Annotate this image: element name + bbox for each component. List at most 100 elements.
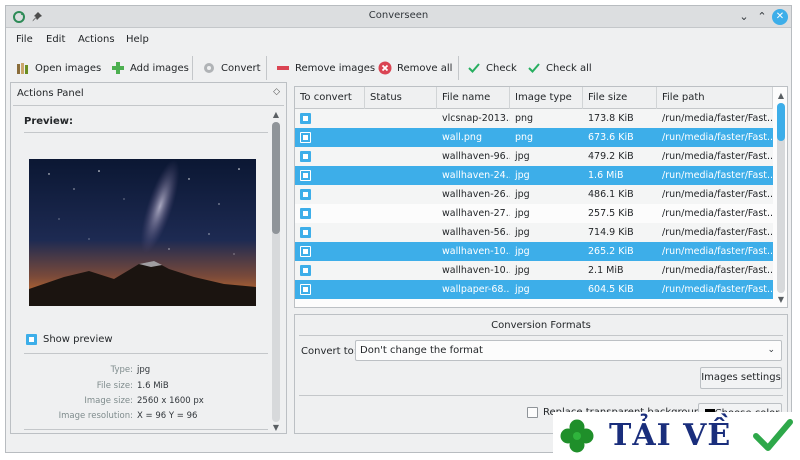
menu-file[interactable]: File [16,34,33,45]
table-row[interactable]: wallhaven-27... jpg 257.5 KiB/run/media/fa… [295,204,773,223]
cell-status [365,204,437,223]
cell-name: wall.png [442,132,482,143]
cell-name: wallhaven-24... [442,170,510,181]
toolbar-separator [192,56,193,80]
cell-size: 486.1 KiB [588,189,634,200]
remove-images-button[interactable]: Remove images [276,59,375,77]
actions-panel: Actions Panel ◇ Preview: Show preview Ty… [10,82,287,434]
table-row[interactable]: wallhaven-10... jpg 2.1 MiB/run/media/fast… [295,261,773,280]
info-value: X = 96 Y = 96 [137,411,198,421]
table-scroll-handle[interactable] [777,103,785,141]
scroll-up-icon[interactable]: ▲ [271,110,281,119]
info-key: File size: [96,381,133,391]
panel-scroll-handle[interactable] [272,122,280,234]
col-to-convert[interactable]: To convert [295,87,365,109]
minimize-icon[interactable]: ⌄ [736,9,752,25]
table-row[interactable]: wallhaven-96... jpg 479.2 KiB/run/media/fa… [295,147,773,166]
cell-name: vlcsnap-2013... [442,113,510,124]
open-images-label: Open images [35,62,102,74]
table-row[interactable]: wallhaven-10... jpg 265.2 KiB/run/media/fa… [295,242,773,261]
table-row[interactable]: wallhaven-56... jpg 714.9 KiB/run/media/fa… [295,223,773,242]
cell-status [365,166,437,185]
table-row[interactable]: wallpaper-68... jpg 604.5 KiB/run/media/fa… [295,280,773,299]
preview-image [29,159,256,306]
menu-actions[interactable]: Actions [78,34,115,45]
col-file-path[interactable]: File path [657,87,773,109]
col-file-name[interactable]: File name [437,87,510,109]
add-images-button[interactable]: Add images [111,59,189,77]
row-convert-checkbox[interactable] [300,208,311,219]
cell-type: jpg [515,170,530,181]
cell-size: 479.2 KiB [588,151,634,162]
show-preview-label: Show preview [43,334,113,345]
menu-help[interactable]: Help [126,34,149,45]
check-all-button[interactable]: Check all [527,59,592,77]
cell-type: jpg [515,208,530,219]
file-table: To convert Status File name Image type F… [294,86,788,308]
check-button[interactable]: Check [467,59,517,77]
cell-type: jpg [515,284,530,295]
cell-name: wallhaven-10... [442,265,510,276]
cell-status [365,109,437,128]
divider [299,335,783,336]
open-images-button[interactable]: Open images [16,59,101,77]
table-row[interactable]: wall.png png 673.6 KiB/run/media/faster/Fa… [295,128,773,147]
watermark-logo: TẢI VỀ [553,412,800,460]
replace-transparent-checkbox[interactable] [527,407,538,418]
cell-size: 1.6 MiB [588,170,624,181]
preview-label: Preview: [24,116,74,127]
maximize-icon[interactable]: ⌃ [754,9,770,25]
images-settings-button[interactable]: Images settings [700,367,782,389]
cell-status [365,185,437,204]
app-window: Converseen ⌄ ⌃ ✕ File Edit Actions Help … [5,5,792,453]
divider [24,353,268,354]
convert-gear-icon [202,61,216,75]
actions-panel-body: Preview: Show preview Type: jpg File siz… [13,105,284,433]
cell-status [365,242,437,261]
cell-name: wallpaper-68... [442,284,510,295]
table-row[interactable]: wallhaven-26... jpg 486.1 KiB/run/media/fa… [295,185,773,204]
convert-button[interactable]: Convert [202,59,261,77]
watermark-text: TẢI VỀ [609,418,732,453]
show-preview-checkbox[interactable] [26,334,37,345]
row-convert-checkbox[interactable] [300,113,311,124]
col-status[interactable]: Status [365,87,437,109]
show-preview-row[interactable]: Show preview [26,334,113,345]
row-convert-checkbox[interactable] [300,265,311,276]
row-convert-checkbox[interactable] [300,170,311,181]
row-convert-checkbox[interactable] [300,151,311,162]
row-convert-checkbox[interactable] [300,189,311,200]
row-convert-checkbox[interactable] [300,246,311,257]
info-value: jpg [137,365,151,375]
format-select[interactable]: Don't change the format ⌄ [355,340,782,361]
table-row[interactable]: wallhaven-24... jpg 1.6 MiB/run/media/fast… [295,166,773,185]
chevron-down-icon: ⌄ [767,345,775,355]
table-scroll-down-icon[interactable]: ▼ [776,295,786,304]
toolbar-separator [266,56,267,80]
menu-edit[interactable]: Edit [46,34,65,45]
remove-all-button[interactable]: Remove all [378,59,452,77]
convert-to-label: Convert to: [301,346,358,357]
panel-float-icon[interactable]: ◇ [273,87,280,97]
cell-type: jpg [515,151,530,162]
cell-status [365,128,437,147]
table-scroll-up-icon[interactable]: ▲ [776,91,786,100]
cell-name: wallhaven-26... [442,189,510,200]
col-file-size[interactable]: File size [583,87,657,109]
row-convert-checkbox[interactable] [300,284,311,295]
divider [299,395,783,396]
close-icon[interactable]: ✕ [772,9,788,25]
cell-status [365,280,437,299]
cell-size: 173.8 KiB [588,113,634,124]
table-row[interactable]: vlcsnap-2013... png 173.8 KiB/run/media/fa… [295,109,773,128]
col-image-type[interactable]: Image type [510,87,583,109]
cell-name: wallhaven-10... [442,246,510,257]
scroll-down-icon[interactable]: ▼ [271,423,281,432]
row-convert-checkbox[interactable] [300,227,311,238]
add-images-label: Add images [130,62,189,74]
cell-size: 673.6 KiB [588,132,634,143]
cell-type: png [515,132,534,143]
checkmark-icon [753,419,793,451]
row-convert-checkbox[interactable] [300,132,311,143]
window-title: Converseen [368,10,429,21]
